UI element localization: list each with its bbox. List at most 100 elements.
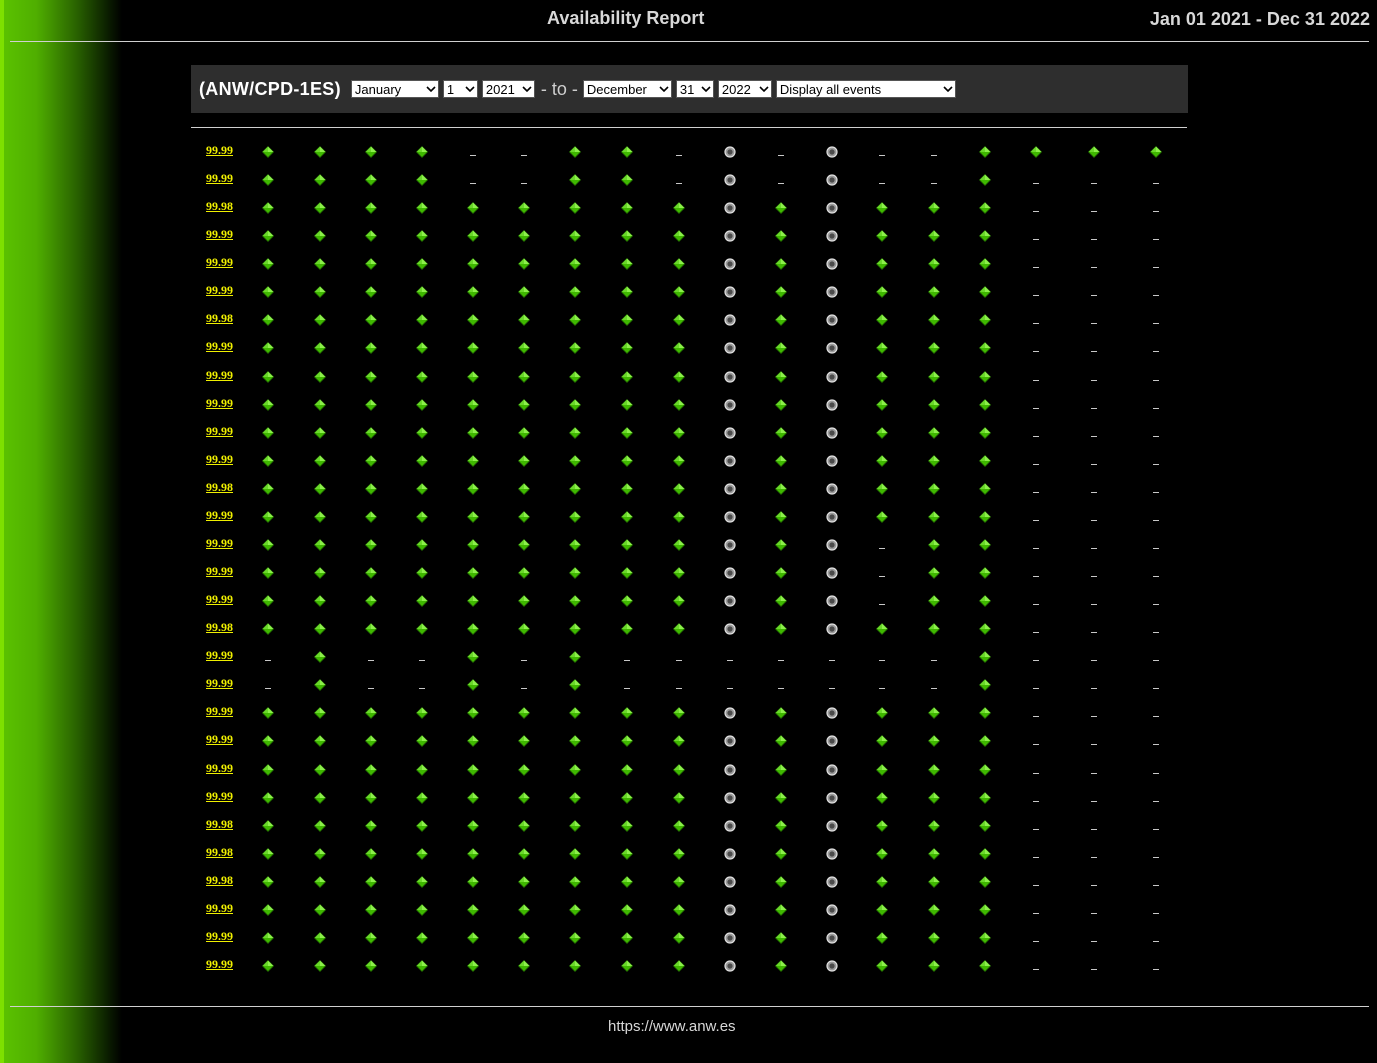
green-diamond-icon[interactable]	[978, 201, 992, 219]
green-diamond-icon[interactable]	[364, 903, 378, 921]
green-diamond-icon[interactable]	[261, 510, 275, 528]
green-diamond-icon[interactable]	[978, 847, 992, 865]
green-diamond-icon[interactable]	[927, 734, 941, 752]
green-diamond-icon[interactable]	[415, 594, 429, 612]
green-diamond-icon[interactable]	[568, 959, 582, 977]
green-diamond-icon[interactable]	[672, 257, 686, 275]
green-diamond-icon[interactable]	[466, 875, 480, 893]
green-diamond-icon[interactable]	[927, 819, 941, 837]
green-diamond-icon[interactable]	[415, 426, 429, 444]
availability-link[interactable]: 99.99	[206, 789, 233, 804]
green-diamond-icon[interactable]	[517, 510, 531, 528]
green-diamond-icon[interactable]	[517, 398, 531, 416]
green-diamond-icon[interactable]	[466, 313, 480, 331]
green-diamond-icon[interactable]	[774, 959, 788, 977]
green-diamond-icon[interactable]	[875, 791, 889, 809]
green-diamond-icon[interactable]	[875, 847, 889, 865]
green-diamond-icon[interactable]	[466, 257, 480, 275]
green-diamond-icon[interactable]	[261, 594, 275, 612]
green-diamond-icon[interactable]	[672, 566, 686, 584]
green-diamond-icon[interactable]	[364, 285, 378, 303]
green-diamond-icon[interactable]	[568, 650, 582, 668]
availability-link[interactable]: 99.99	[206, 732, 233, 747]
green-diamond-icon[interactable]	[313, 229, 327, 247]
green-diamond-icon[interactable]	[927, 566, 941, 584]
green-diamond-icon[interactable]	[313, 538, 327, 556]
green-diamond-icon[interactable]	[415, 173, 429, 191]
green-diamond-icon[interactable]	[517, 734, 531, 752]
green-diamond-icon[interactable]	[672, 791, 686, 809]
green-diamond-icon[interactable]	[620, 229, 634, 247]
green-diamond-icon[interactable]	[364, 257, 378, 275]
green-diamond-icon[interactable]	[466, 763, 480, 781]
green-diamond-icon[interactable]	[672, 398, 686, 416]
green-diamond-icon[interactable]	[568, 370, 582, 388]
green-diamond-icon[interactable]	[415, 875, 429, 893]
green-diamond-icon[interactable]	[415, 706, 429, 724]
green-diamond-icon[interactable]	[517, 257, 531, 275]
green-diamond-icon[interactable]	[978, 370, 992, 388]
green-diamond-icon[interactable]	[466, 341, 480, 359]
green-diamond-icon[interactable]	[517, 426, 531, 444]
green-diamond-icon[interactable]	[466, 678, 480, 696]
availability-link[interactable]: 99.99	[206, 143, 233, 158]
green-diamond-icon[interactable]	[620, 145, 634, 163]
availability-link[interactable]: 99.99	[206, 761, 233, 776]
green-diamond-icon[interactable]	[415, 257, 429, 275]
green-diamond-icon[interactable]	[568, 454, 582, 472]
green-diamond-icon[interactable]	[978, 482, 992, 500]
green-diamond-icon[interactable]	[620, 482, 634, 500]
green-diamond-icon[interactable]	[978, 341, 992, 359]
green-diamond-icon[interactable]	[875, 454, 889, 472]
green-diamond-icon[interactable]	[261, 847, 275, 865]
green-diamond-icon[interactable]	[978, 706, 992, 724]
green-diamond-icon[interactable]	[517, 566, 531, 584]
green-diamond-icon[interactable]	[364, 426, 378, 444]
green-diamond-icon[interactable]	[568, 594, 582, 612]
green-diamond-icon[interactable]	[927, 903, 941, 921]
green-diamond-icon[interactable]	[568, 257, 582, 275]
green-diamond-icon[interactable]	[978, 173, 992, 191]
green-diamond-icon[interactable]	[466, 706, 480, 724]
green-diamond-icon[interactable]	[364, 341, 378, 359]
green-diamond-icon[interactable]	[568, 426, 582, 444]
green-diamond-icon[interactable]	[466, 454, 480, 472]
green-diamond-icon[interactable]	[466, 791, 480, 809]
green-diamond-icon[interactable]	[261, 819, 275, 837]
green-diamond-icon[interactable]	[875, 482, 889, 500]
green-diamond-icon[interactable]	[466, 622, 480, 640]
green-diamond-icon[interactable]	[261, 903, 275, 921]
green-diamond-icon[interactable]	[875, 285, 889, 303]
green-diamond-icon[interactable]	[672, 931, 686, 949]
green-diamond-icon[interactable]	[927, 201, 941, 219]
green-diamond-icon[interactable]	[927, 229, 941, 247]
green-diamond-icon[interactable]	[568, 875, 582, 893]
green-diamond-icon[interactable]	[466, 426, 480, 444]
green-diamond-icon[interactable]	[672, 426, 686, 444]
green-diamond-icon[interactable]	[774, 398, 788, 416]
green-diamond-icon[interactable]	[978, 959, 992, 977]
green-diamond-icon[interactable]	[364, 229, 378, 247]
green-diamond-icon[interactable]	[364, 201, 378, 219]
availability-link[interactable]: 99.99	[206, 424, 233, 439]
green-diamond-icon[interactable]	[1029, 145, 1043, 163]
green-diamond-icon[interactable]	[466, 650, 480, 668]
green-diamond-icon[interactable]	[313, 257, 327, 275]
availability-link[interactable]: 99.99	[206, 283, 233, 298]
green-diamond-icon[interactable]	[261, 791, 275, 809]
green-diamond-icon[interactable]	[466, 229, 480, 247]
green-diamond-icon[interactable]	[875, 931, 889, 949]
green-diamond-icon[interactable]	[313, 847, 327, 865]
green-diamond-icon[interactable]	[261, 426, 275, 444]
green-diamond-icon[interactable]	[978, 257, 992, 275]
green-diamond-icon[interactable]	[466, 734, 480, 752]
green-diamond-icon[interactable]	[415, 285, 429, 303]
green-diamond-icon[interactable]	[620, 173, 634, 191]
green-diamond-icon[interactable]	[927, 847, 941, 865]
green-diamond-icon[interactable]	[620, 819, 634, 837]
green-diamond-icon[interactable]	[978, 594, 992, 612]
green-diamond-icon[interactable]	[415, 538, 429, 556]
availability-link[interactable]: 99.98	[206, 480, 233, 495]
green-diamond-icon[interactable]	[517, 313, 531, 331]
green-diamond-icon[interactable]	[978, 931, 992, 949]
